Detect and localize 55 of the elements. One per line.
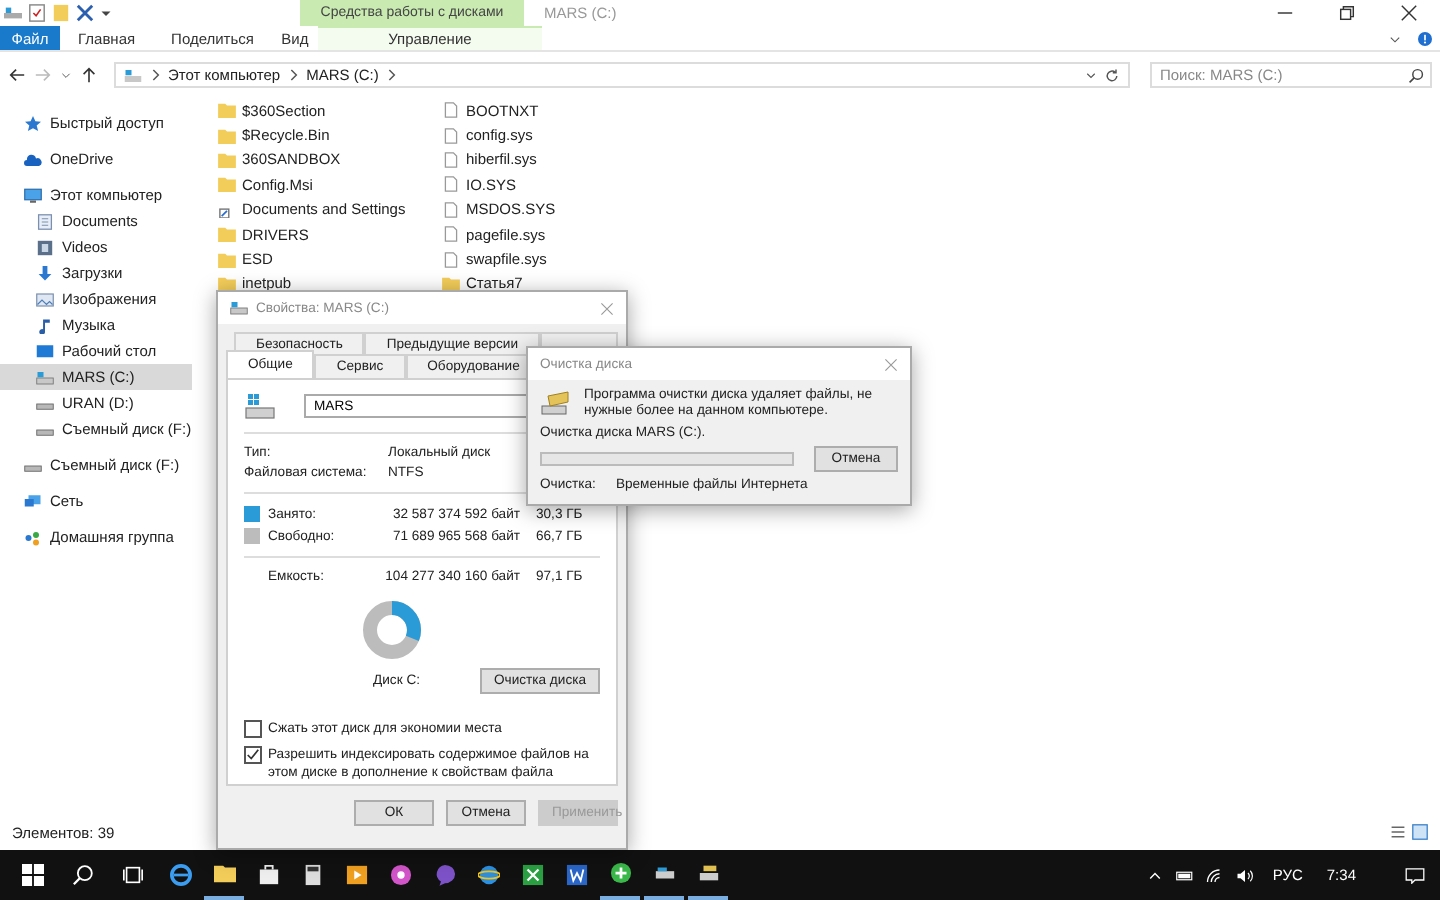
download-icon (36, 265, 54, 281)
monitor-icon (24, 187, 42, 203)
restore-icon[interactable] (1338, 4, 1356, 22)
drive-icon (244, 392, 276, 420)
speaker-icon[interactable] (1236, 867, 1255, 883)
star-icon (24, 115, 42, 131)
disk-cleanup-icon (540, 390, 572, 418)
chevron-right-icon (150, 68, 160, 82)
windows-logo-icon[interactable] (22, 864, 44, 886)
delete-icon[interactable] (76, 4, 94, 22)
globe-icon[interactable] (477, 864, 499, 886)
properties-icon[interactable] (28, 4, 46, 22)
desktop-icon (36, 343, 54, 359)
help-icon[interactable] (1418, 31, 1432, 45)
refresh-icon[interactable] (1104, 67, 1120, 83)
search-icon[interactable] (72, 864, 94, 886)
search-icon (1408, 67, 1424, 83)
wifi-icon[interactable] (1206, 867, 1225, 883)
document-icon (36, 213, 54, 229)
network-icon (24, 493, 42, 509)
details-view-icon[interactable] (1390, 824, 1406, 840)
battery-icon[interactable] (1176, 867, 1195, 883)
folder-icon[interactable] (213, 862, 235, 884)
plus-circle-icon[interactable] (609, 862, 631, 884)
checkbox[interactable] (244, 720, 262, 738)
chevron-right-icon (288, 68, 299, 82)
browser-icon[interactable] (169, 864, 191, 886)
chevron-up-icon[interactable] (1146, 867, 1165, 883)
cloud-icon (24, 151, 42, 167)
up-arrow-icon[interactable] (80, 66, 98, 84)
close-icon[interactable] (1400, 4, 1418, 22)
music-note-icon (36, 317, 54, 333)
document-app-icon[interactable] (565, 864, 587, 886)
chevron-icon[interactable] (1388, 31, 1402, 45)
picture-icon (36, 291, 54, 307)
media-player-icon[interactable] (345, 864, 367, 886)
drive-icon[interactable] (653, 862, 675, 884)
drive-icon (230, 300, 248, 316)
notification-icon[interactable] (1404, 867, 1426, 883)
drive-icon (36, 369, 54, 385)
disk-usage-donut (360, 598, 424, 662)
circle-app-icon[interactable] (389, 864, 411, 886)
shopping-bag-icon[interactable] (257, 864, 279, 886)
chevron-right-icon (386, 68, 397, 82)
chat-bubble-icon[interactable] (433, 864, 455, 886)
drive-icon (124, 67, 142, 83)
back-arrow-icon[interactable] (8, 66, 26, 84)
checkbox[interactable] (244, 746, 262, 764)
homegroup-icon (24, 529, 42, 545)
calculator-icon[interactable] (301, 864, 323, 886)
dropdown-caret-icon[interactable] (1086, 68, 1096, 82)
spreadsheet-icon[interactable] (521, 864, 543, 886)
cleanup-icon[interactable] (697, 862, 719, 884)
task-view-icon[interactable] (122, 864, 144, 886)
film-icon (36, 239, 54, 255)
